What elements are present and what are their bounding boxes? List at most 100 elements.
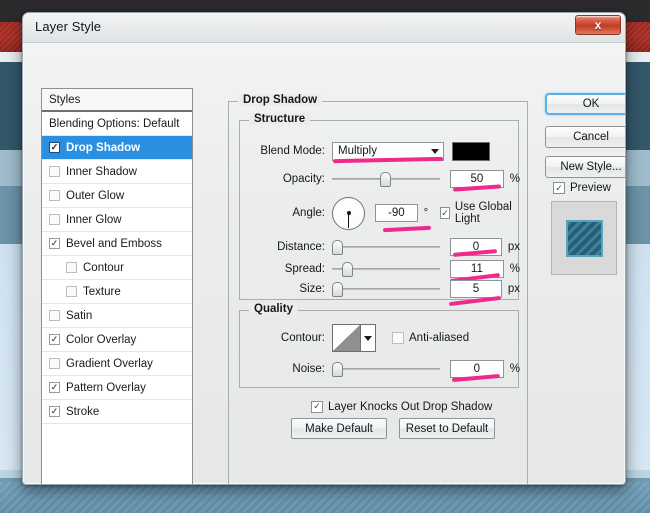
cancel-button[interactable]: Cancel [545,126,626,148]
slider-thumb[interactable] [342,262,353,277]
bg-band-taskbar [0,482,650,513]
slider-thumb[interactable] [332,282,343,297]
preview-checkbox[interactable]: ✓ Preview [553,182,611,194]
style-list-item[interactable]: ✓ Pattern Overlay [42,376,192,400]
noise-row: Noise: 0 % [240,359,520,379]
slider-thumb[interactable] [380,172,391,187]
close-icon[interactable]: x [575,15,621,35]
angle-dial-hub [347,211,351,215]
dialog-titlebar[interactable]: Layer Style x [23,13,625,43]
noise-input[interactable]: 0 [450,360,504,378]
slider-track [332,246,440,248]
blend-mode-label: Blend Mode: [240,145,332,157]
style-list-item[interactable]: ✓ Color Overlay [42,328,192,352]
opacity-unit: % [510,173,520,185]
style-checkbox[interactable]: ✓ [49,334,60,345]
distance-input[interactable]: 0 [450,238,502,256]
style-list-item[interactable]: Outer Glow [42,184,192,208]
style-list-item-label: Stroke [66,406,99,418]
preview-thumbnail [551,201,617,275]
style-list-item[interactable]: Inner Glow [42,208,192,232]
style-list-item[interactable]: Satin [42,304,192,328]
style-list-item-label: Contour [83,262,124,274]
style-checkbox[interactable] [49,310,60,321]
blend-mode-value: Multiply [338,145,377,157]
reset-to-default-button[interactable]: Reset to Default [399,418,495,439]
style-checkbox[interactable] [66,262,77,273]
chevron-down-icon [431,149,439,154]
layer-style-dialog: Layer Style x Styles Blending Options: D… [22,12,626,485]
style-checkbox[interactable]: ✓ [49,142,60,153]
style-list-item[interactable]: ✓ Stroke [42,400,192,424]
angle-row: Angle: -90 ° ✓ Use Global Light [240,195,520,231]
style-list-item[interactable]: Texture [42,280,192,304]
anti-aliased-label: Anti-aliased [409,332,469,344]
contour-curve-icon [333,325,361,351]
opacity-slider[interactable] [332,170,440,188]
style-list-item[interactable]: Inner Shadow [42,160,192,184]
preview-checkbox-control[interactable]: ✓ Preview [553,182,611,194]
style-list-item-label: Color Overlay [66,334,136,346]
new-style-button[interactable]: New Style... [545,156,626,178]
layer-knocks-out-row: ✓ Layer Knocks Out Drop Shadow [311,396,492,414]
style-list-item-label: Drop Shadow [66,142,140,154]
style-checkbox[interactable] [49,214,60,225]
style-list-item[interactable]: ✓ Drop Shadow [42,136,192,160]
style-checkbox[interactable] [49,190,60,201]
distance-slider[interactable] [332,238,440,256]
styles-list-rows: Blending Options: Default ✓ Drop Shadow Inn… [42,112,192,424]
spread-slider[interactable] [332,260,440,278]
use-global-light-checkbox[interactable]: ✓ Use Global Light [440,201,520,225]
style-checkbox[interactable]: ✓ [49,406,60,417]
distance-label: Distance: [240,241,332,253]
style-list-item[interactable]: Gradient Overlay [42,352,192,376]
ok-button[interactable]: OK [545,93,626,115]
chevron-down-icon [361,325,375,351]
slider-thumb[interactable] [332,240,343,255]
style-list-item-label: Gradient Overlay [66,358,153,370]
styles-list-panel: Styles Blending Options: Default ✓ Drop Sh… [41,88,193,485]
style-list-item-label: Bevel and Emboss [66,238,162,250]
angle-dial[interactable] [332,197,365,230]
style-list-item-label: Inner Shadow [66,166,137,178]
preview-label: Preview [570,182,611,194]
blend-mode-select[interactable]: Multiply [332,142,444,161]
style-checkbox[interactable] [66,286,77,297]
style-checkbox[interactable] [49,358,60,369]
layer-knocks-out-checkbox[interactable]: ✓ Layer Knocks Out Drop Shadow [311,401,492,413]
style-list-item-label: Satin [66,310,92,322]
make-default-button[interactable]: Make Default [291,418,387,439]
style-checkbox[interactable] [49,166,60,177]
anti-aliased-checkbox[interactable]: Anti-aliased [392,332,469,344]
spread-row: Spread: 11 % [240,259,520,279]
shadow-color-swatch[interactable] [452,142,490,161]
angle-unit: ° [424,207,429,219]
style-list-item-label: Outer Glow [66,190,124,202]
size-input[interactable]: 5 [450,280,502,298]
contour-label: Contour: [240,332,332,344]
styles-list-header: Styles [42,89,192,112]
style-checkbox[interactable]: ✓ [49,238,60,249]
layer-knocks-out-label: Layer Knocks Out Drop Shadow [328,401,492,413]
opacity-input[interactable]: 50 [450,170,504,188]
style-checkbox[interactable]: ✓ [49,382,60,393]
style-list-item[interactable]: Contour [42,256,192,280]
opacity-label: Opacity: [240,173,332,185]
contour-preset-select[interactable] [332,324,376,352]
spread-unit: % [510,263,520,275]
dialog-title: Layer Style [35,19,101,34]
noise-unit: % [510,363,520,375]
size-unit: px [508,283,520,295]
dialog-client-area: Styles Blending Options: Default ✓ Drop Sh… [23,43,626,484]
style-list-item-label: Pattern Overlay [66,382,146,394]
style-list-item[interactable]: Blending Options: Default [42,112,192,136]
spread-input[interactable]: 11 [450,260,504,278]
angle-input[interactable]: -90 [375,204,418,222]
spread-label: Spread: [240,263,332,275]
noise-slider[interactable] [332,360,440,378]
slider-thumb[interactable] [332,362,343,377]
style-list-item[interactable]: ✓ Bevel and Emboss [42,232,192,256]
drop-shadow-legend: Drop Shadow [238,94,322,106]
size-slider[interactable] [332,280,440,298]
style-list-item-label: Blending Options: Default [49,118,179,130]
